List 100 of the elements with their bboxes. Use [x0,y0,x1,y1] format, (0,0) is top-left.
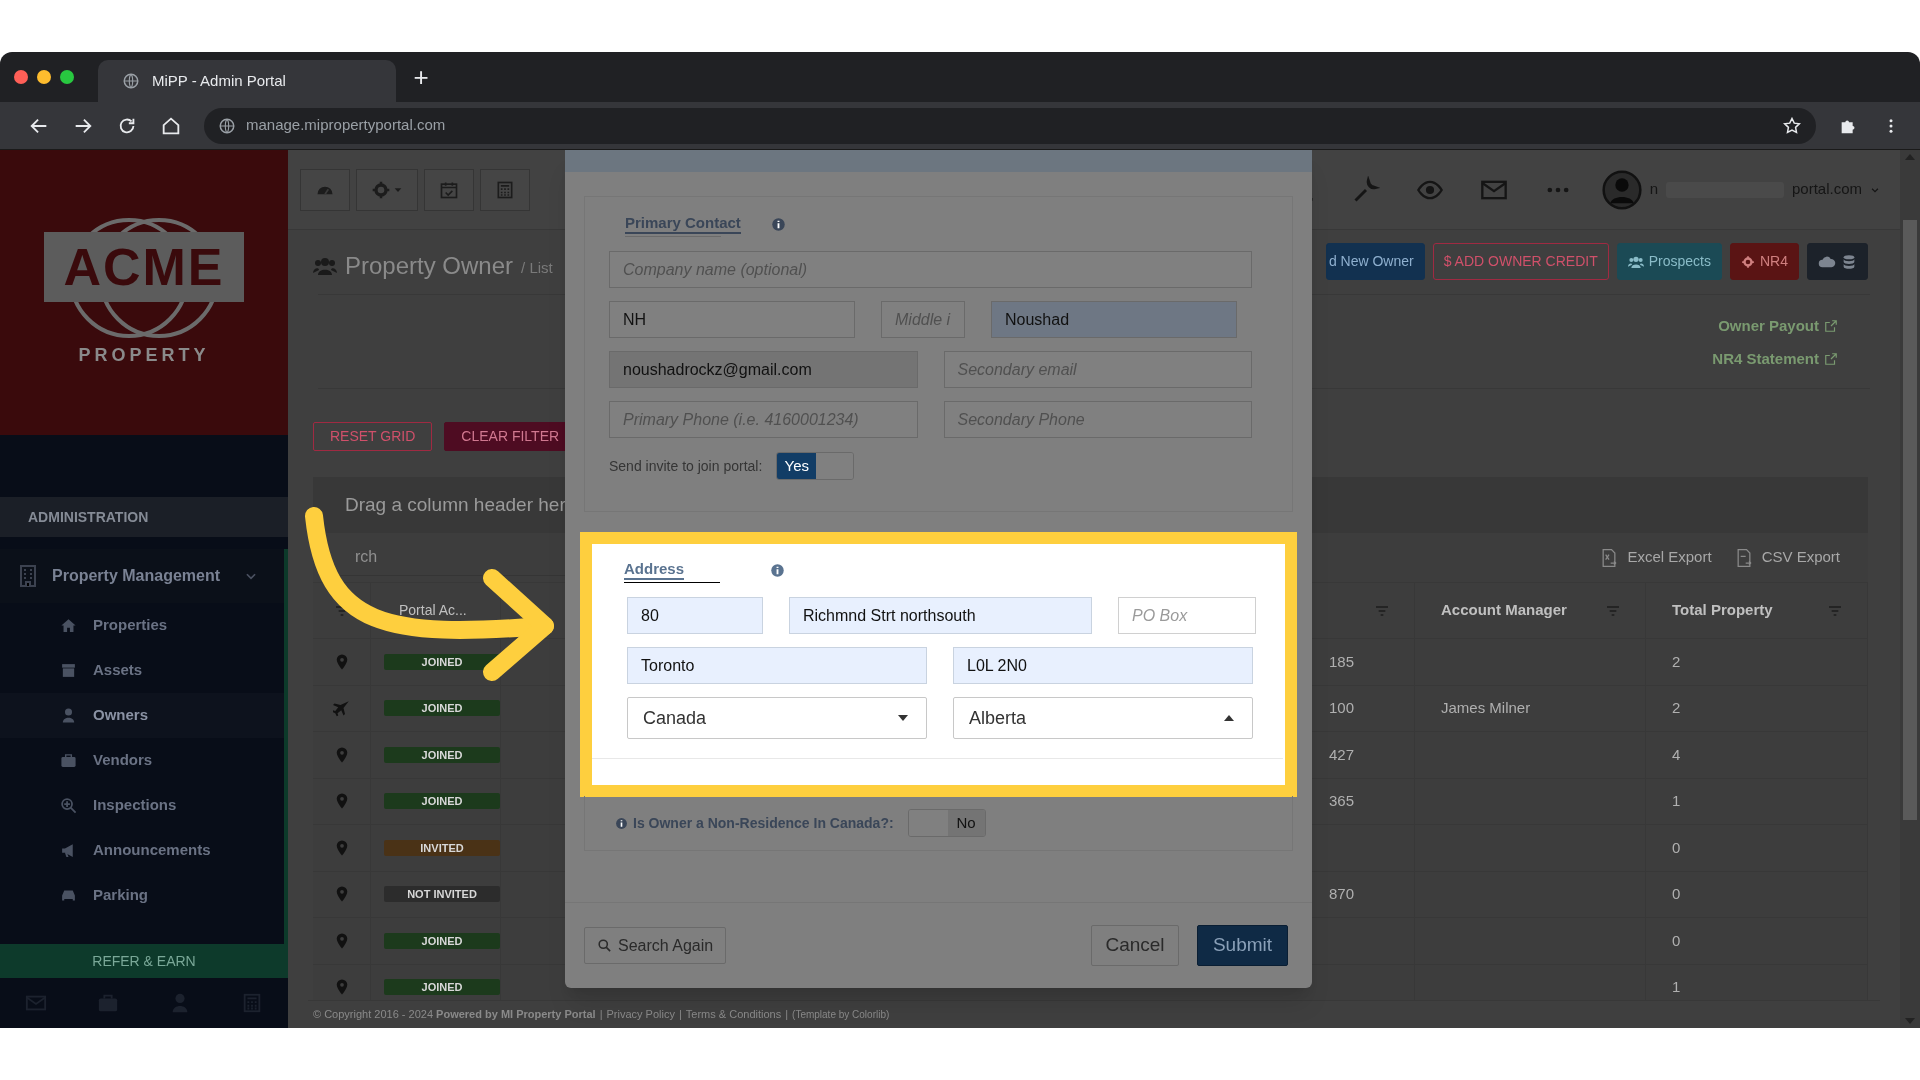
table-cell-text: James Milner [1441,698,1531,718]
menu-item[interactable]: Parking [0,873,284,918]
info-icon [771,216,786,232]
globe-icon [122,72,140,90]
separator: | [678,1007,682,1023]
action-button[interactable]: $ ADD OWNER CREDIT [1432,243,1609,280]
calculator-button[interactable] [480,168,530,211]
input-field[interactable]: NH [609,301,855,338]
submit-button[interactable]: Submit [1197,925,1288,966]
cancel-button[interactable]: Cancel [1091,925,1179,966]
section-title: Address [624,560,685,580]
table-cell-text: 2 [1672,651,1681,672]
upload-button[interactable] [1807,243,1868,280]
browser-tab[interactable]: MiPP - Admin Portal [98,60,396,102]
table-cell-text: 100 [1328,698,1354,718]
select-dropdown[interactable]: Canada [627,697,927,739]
non-resident-label: Is Owner a Non-Residence In Canada?: [615,812,894,834]
table-cell-text: 0 [1672,884,1681,904]
logo-wordmark: ACME [44,231,244,302]
grid-button[interactable]: RESET GRID [313,421,433,451]
logo-subtext: PROPERTY [78,343,210,367]
window-control-button[interactable] [14,70,28,84]
status-badge: JOINED [384,700,500,717]
export-button[interactable]: CSV Export [1733,546,1840,569]
avatar-icon[interactable] [1601,169,1642,210]
menu-item[interactable]: Owners [0,693,284,738]
url-text: manage.mipropertyportal.com [246,115,447,136]
separator: | [785,1007,789,1023]
table-cell-text: 0 [1672,930,1681,951]
search-icon [597,938,612,953]
gear-button[interactable] [356,168,418,211]
invite-label: Send invite to join portal: [609,456,763,476]
scrollbar[interactable] [1900,150,1920,1028]
table-cell-text: 0 [1672,837,1681,858]
search-again-button[interactable]: Search Again [584,927,727,964]
report-link[interactable]: Owner Payout [1718,315,1838,338]
action-button[interactable]: d New Owner [1325,243,1425,280]
select-dropdown[interactable]: Alberta [953,697,1253,739]
input-field[interactable]: L0L 2N0 [953,647,1253,684]
table-cell-text: 2 [1672,698,1681,718]
caret-icon [1224,715,1234,721]
input-field[interactable]: 80 [627,597,763,634]
page-title: Property Owner [345,251,514,281]
table-cell-text: 1 [1672,977,1681,997]
globe-icon [218,116,236,135]
status-badge: NOT INVITED [384,886,500,903]
database-icon [1841,253,1857,270]
external-link-icon [1824,319,1838,334]
column-header[interactable]: Total Property [1672,599,1773,622]
status-badge: JOINED [384,746,500,763]
table-cell-text: 185 [1328,651,1354,672]
status-badge: JOINED [384,979,500,996]
archive-icon [60,662,77,679]
action-button[interactable]: NR4 [1730,243,1799,280]
column-header[interactable]: Account Manager [1441,599,1567,622]
tab-title: MiPP - Admin Portal [152,70,286,91]
gauge-button[interactable] [300,168,350,211]
section-title: Primary Contact [625,214,741,234]
caret-icon [898,715,908,721]
briefcase-icon [60,752,77,769]
status-badge: INVITED [384,839,500,856]
table-cell-text: 1 [1672,791,1681,811]
menu-item[interactable]: Announcements [0,828,284,873]
address-bar[interactable]: manage.mipropertyportal.com [204,107,1816,144]
menu-item[interactable]: Vendors [0,738,284,783]
report-link[interactable]: NR4 Statement [1712,347,1838,370]
menu-item[interactable]: Assets [0,648,284,693]
window-control-button[interactable] [60,70,74,84]
menu-item[interactable]: Properties [0,603,284,648]
action-button[interactable]: Prospects [1616,243,1722,280]
column-header[interactable]: Portal Ac... [399,600,467,621]
zoom-icon [60,797,77,814]
plane-icon[interactable] [332,699,351,718]
breadcrumb: / List [521,257,553,278]
toggle-switch[interactable]: No [907,809,986,837]
table-cell-text: 870 [1328,884,1354,904]
separator: | [599,1007,603,1023]
footer-link[interactable]: Terms & Conditions [685,1006,782,1023]
template-credit: (Template by Colorlib) [792,1008,890,1022]
calendar-button[interactable] [424,168,474,211]
status-badge: JOINED [384,793,500,810]
calculator-icon [495,179,515,200]
footer-link[interactable]: Privacy Policy [606,1006,675,1023]
toggle-switch[interactable]: Yes [776,452,855,480]
home-icon [60,617,77,634]
export-button[interactable]: Excel Export [1599,546,1712,569]
input-field[interactable]: noushadrockz@gmail.com [609,351,918,388]
input-field[interactable]: Noushad [991,301,1237,338]
window-control-button[interactable] [37,70,51,84]
info-icon [770,562,785,578]
star-icon[interactable] [1782,115,1802,136]
input-field[interactable]: Richmnd Strt northsouth [789,597,1092,634]
new-tab-button[interactable]: + [404,60,438,94]
menu-item[interactable]: Inspections [0,783,284,828]
refer-earn-button[interactable]: REFER & EARN [0,944,288,978]
external-link-icon [1824,351,1838,366]
table-cell-text: 4 [1672,744,1681,765]
info-icon [615,816,628,830]
copyright-text: © Copyright 2016 - 2024 Powered by MI Property Portal [313,1007,596,1023]
input-field[interactable]: Toronto [627,647,927,684]
